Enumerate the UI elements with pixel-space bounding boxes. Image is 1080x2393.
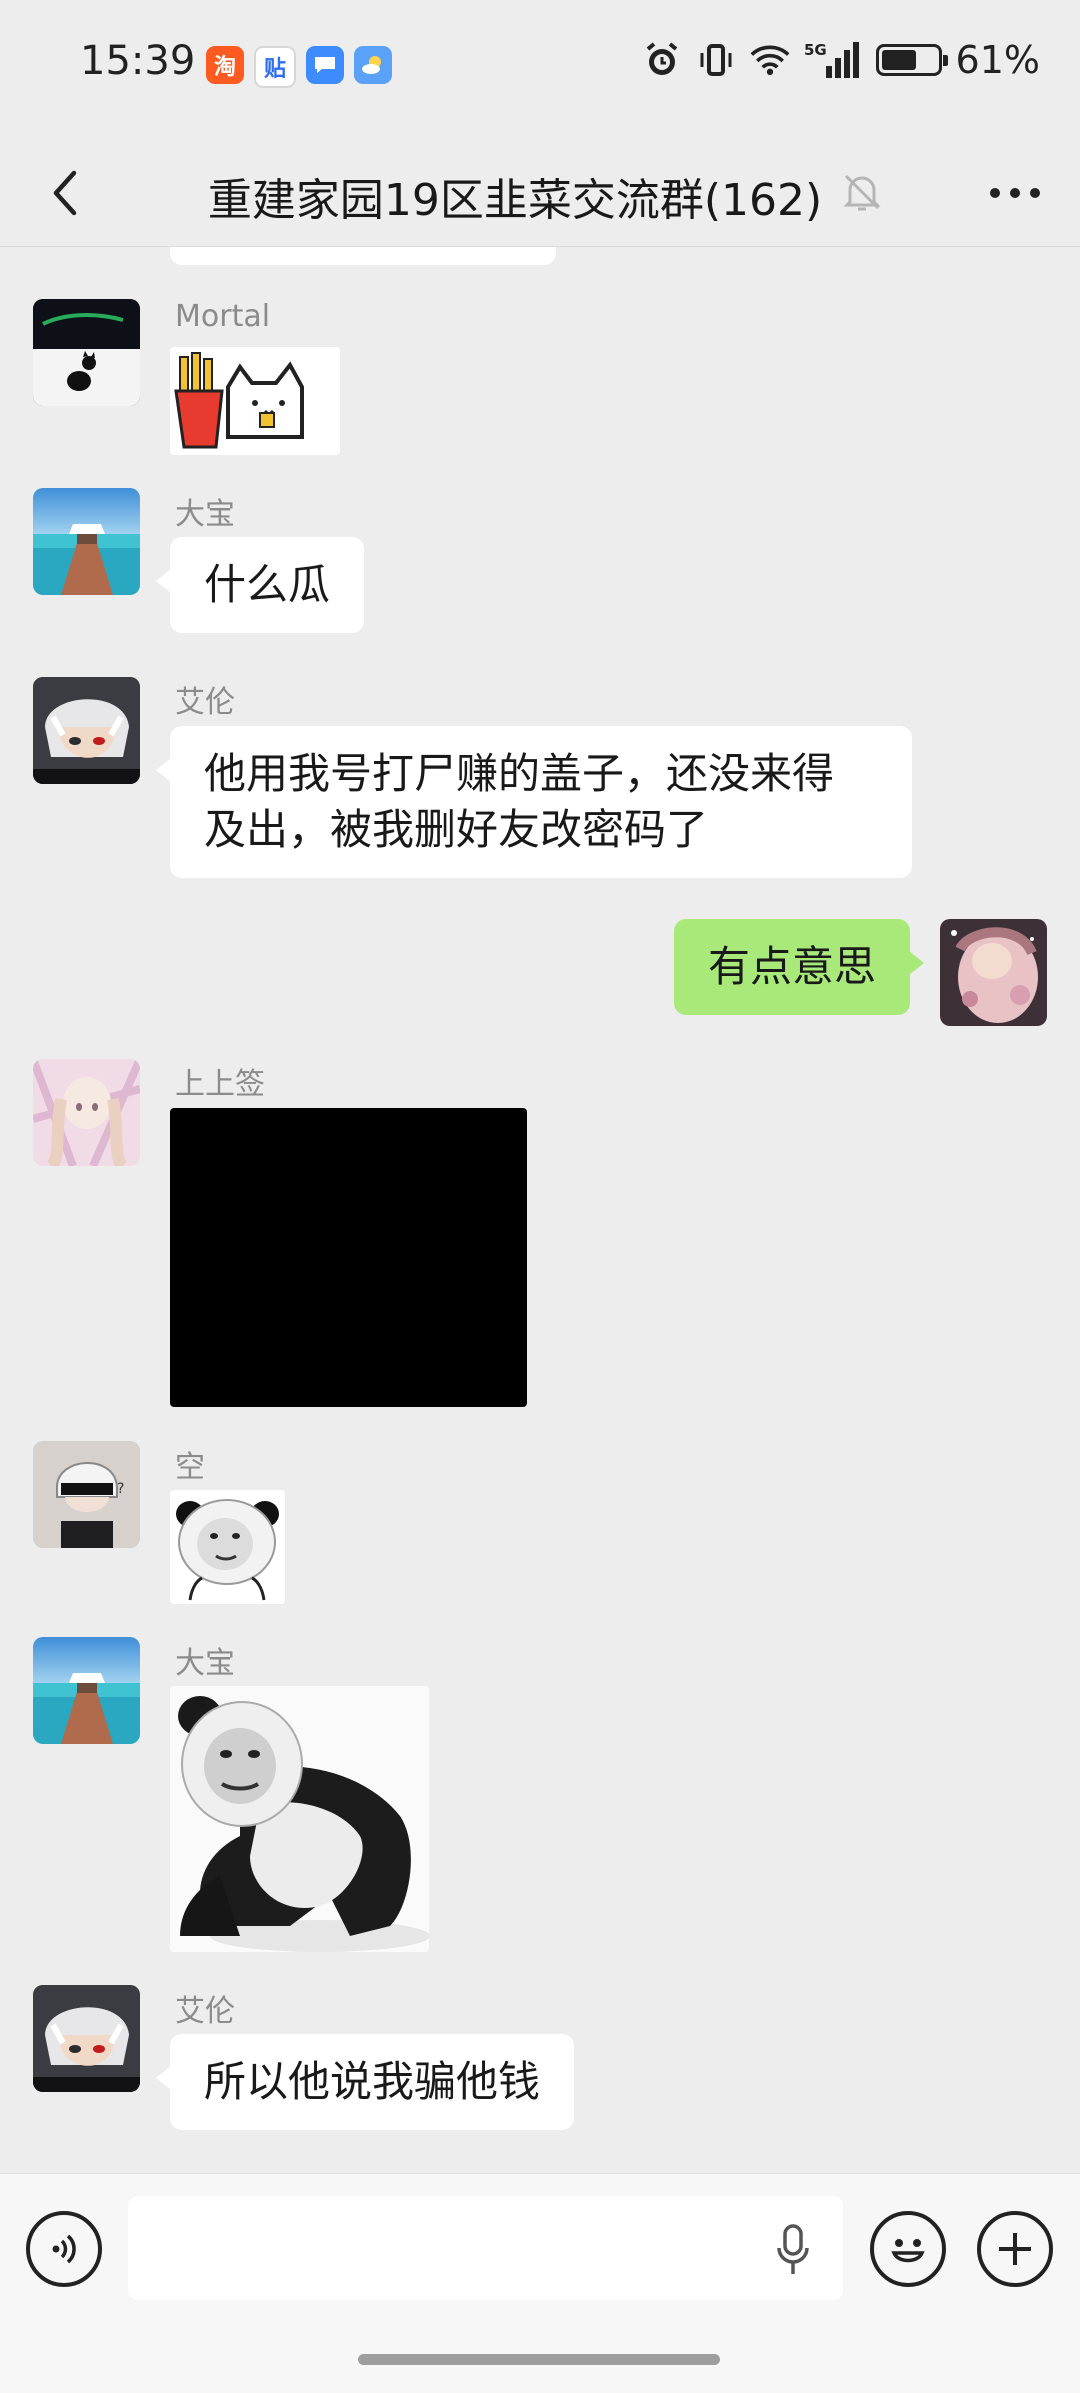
sender-name: 艾伦 [175,1994,235,2029]
sender-name: 大宝 [175,1646,235,1681]
status-bar: 15:39 淘 贴 5G 61% [0,0,1080,140]
wifi-icon [750,40,790,80]
sticker-message[interactable] [170,1490,285,1604]
panda-meme-sticker [170,1686,429,1952]
alarm-icon [642,40,682,80]
svg-text:?: ? [117,1481,124,1497]
sticker-message[interactable] [170,347,340,455]
avatar[interactable] [33,677,140,784]
svg-text:5G: 5G [804,41,827,59]
avatar[interactable] [33,1637,140,1744]
cellular-signal-icon: 5G [804,40,862,80]
avatar[interactable] [33,299,140,406]
voice-mode-button[interactable] [26,2211,102,2287]
emoji-icon [891,2239,925,2263]
sender-name: 艾伦 [175,685,235,720]
own-message-bubble[interactable]: 有点意思 [673,919,925,1015]
taobao-icon: 淘 [206,46,244,84]
vibrate-icon [696,40,736,80]
message-input[interactable] [128,2196,843,2300]
sender-name: 空 [175,1450,205,1485]
battery-icon [875,44,948,76]
text-message-bubble[interactable]: 所以他说我骗他钱 [155,2034,575,2130]
text-message-bubble[interactable]: 什么瓜 [155,537,365,633]
text-message-bubble[interactable]: 他用我号打尸赚的盖子，还没来得 及出，被我删好友改密码了 [156,726,912,878]
home-indicator[interactable] [358,2354,720,2365]
chat-title: 重建家园19区韭菜交流群(162) [207,175,823,226]
message-list[interactable]: Mortal 大宝 什么瓜 艾伦 他用我号打尸赚的盖子，还没来得 及出，被我删好… [0,247,1080,2173]
microphone-icon[interactable] [776,2224,810,2276]
weather-icon [354,46,392,84]
input-bar [0,2173,1080,2393]
image-message[interactable] [170,1108,527,1407]
message-bubble-partial[interactable] [170,247,556,265]
messages-icon [306,46,344,84]
bell-muted-icon [843,174,881,211]
panda-face-sticker [176,1499,279,1601]
avatar[interactable] [33,1985,140,2092]
more-actions-button[interactable] [977,2211,1053,2287]
emoji-button[interactable] [870,2211,946,2287]
tieba-icon: 贴 [254,46,296,88]
avatar[interactable] [33,1059,140,1166]
fries-cat-sticker [174,352,304,449]
avatar-self[interactable] [940,919,1047,1026]
avatar[interactable]: ? [33,1441,140,1548]
sender-name: Mortal [175,299,271,334]
avatar[interactable] [33,488,140,595]
sticker-message[interactable] [170,1686,429,1952]
battery-percent: 61% [955,38,1040,82]
system-status: 5G 61% [642,38,1040,82]
plus-icon [999,2233,1031,2265]
more-dots-icon [990,188,1040,198]
status-time: 15:39 [80,38,196,84]
more-button[interactable] [980,158,1050,228]
voice-mode-icon [52,2234,76,2264]
chat-header: 重建家园19区韭菜交流群(162) [0,140,1080,247]
sender-name: 大宝 [175,497,235,532]
sender-name: 上上签 [175,1067,265,1102]
notification-icons: 淘 贴 [206,46,392,88]
